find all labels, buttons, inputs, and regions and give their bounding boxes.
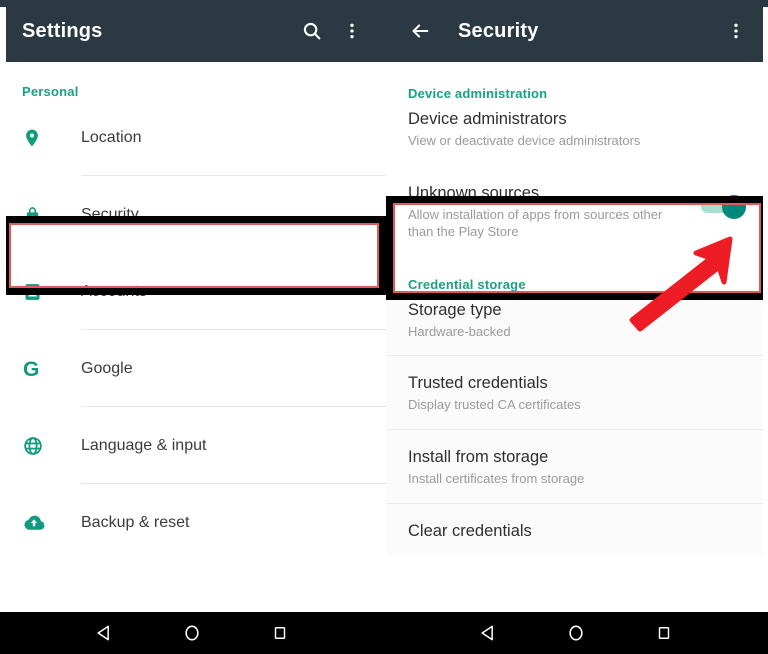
back-triangle-icon[interactable] xyxy=(87,616,121,650)
section-header-personal: Personal xyxy=(22,84,79,99)
row-install-from-storage[interactable]: Install from storage Install certificate… xyxy=(386,430,768,504)
lock-icon xyxy=(22,203,52,227)
security-panel: Security Device administration Device ad… xyxy=(386,0,768,612)
settings-panel: Settings Personal Location Security Acco… xyxy=(0,0,386,612)
sidebar-item-backup-reset[interactable]: Backup & reset xyxy=(0,484,386,561)
account-badge-icon xyxy=(22,281,52,303)
globe-icon xyxy=(22,435,52,457)
sidebar-item-location[interactable]: Location xyxy=(0,99,386,176)
sidebar-item-label: Google xyxy=(81,359,133,377)
left-edge-border xyxy=(0,7,6,612)
navbar-left-group xyxy=(0,612,384,654)
row-title: Storage type xyxy=(408,301,502,319)
settings-list: Personal Location Security Accounts G Go… xyxy=(0,62,386,612)
recents-square-icon[interactable] xyxy=(263,616,297,650)
page-title: Security xyxy=(458,19,539,42)
sidebar-item-label: Backup & reset xyxy=(81,513,190,531)
sidebar-item-label: Accounts xyxy=(81,282,147,300)
row-clear-credentials[interactable]: Clear credentials xyxy=(386,504,768,555)
toggle-thumb xyxy=(722,195,746,219)
search-icon[interactable] xyxy=(292,11,332,51)
section-header-credential-storage: Credential storage xyxy=(408,277,526,292)
row-subtitle: View or deactivate device administrators xyxy=(408,133,641,148)
row-subtitle: Display trusted CA certificates xyxy=(408,397,581,412)
more-vert-icon[interactable] xyxy=(332,11,372,51)
row-unknown-sources[interactable]: Unknown sources Allow installation of ap… xyxy=(386,165,768,261)
more-vert-icon[interactable] xyxy=(716,11,756,51)
sidebar-item-label: Language & input xyxy=(81,436,207,454)
row-device-administrators[interactable]: Device administrators View or deactivate… xyxy=(386,103,768,165)
section-header-device-administration: Device administration xyxy=(408,86,548,101)
row-storage-type[interactable]: Storage type Hardware-backed xyxy=(386,294,768,356)
page-title: Settings xyxy=(22,19,103,42)
sidebar-item-google[interactable]: G Google xyxy=(0,330,386,407)
row-subtitle: Allow installation of apps from sources … xyxy=(408,207,663,239)
location-pin-icon xyxy=(22,126,52,150)
screenshot-root: Settings Personal Location Security Acco… xyxy=(0,0,768,654)
row-trusted-credentials[interactable]: Trusted credentials Display trusted CA c… xyxy=(386,356,768,430)
back-triangle-icon[interactable] xyxy=(471,616,505,650)
row-subtitle: Hardware-backed xyxy=(408,324,511,339)
settings-appbar: Settings xyxy=(0,0,386,62)
navbar-right-group xyxy=(384,612,768,654)
security-list: Device administration Device administrat… xyxy=(386,62,768,612)
row-title: Trusted credentials xyxy=(408,374,548,392)
row-title: Unknown sources xyxy=(408,184,540,202)
row-subtitle: Install certificates from storage xyxy=(408,471,585,486)
row-title: Clear credentials xyxy=(408,522,532,540)
unknown-sources-toggle[interactable] xyxy=(701,195,746,219)
svg-text:G: G xyxy=(23,358,39,381)
sidebar-item-label: Location xyxy=(81,128,142,146)
cloud-upload-icon xyxy=(22,513,52,533)
security-appbar: Security xyxy=(386,0,768,62)
sidebar-item-security[interactable]: Security xyxy=(0,176,386,253)
recents-square-icon[interactable] xyxy=(647,616,681,650)
android-navigation-bar xyxy=(0,612,768,654)
sidebar-item-accounts[interactable]: Accounts xyxy=(0,253,386,330)
arrow-back-icon[interactable] xyxy=(400,11,440,51)
right-edge-border xyxy=(763,7,768,612)
google-g-icon: G xyxy=(22,357,52,381)
row-title: Device administrators xyxy=(408,110,567,128)
sidebar-item-language-input[interactable]: Language & input xyxy=(0,407,386,484)
home-circle-icon[interactable] xyxy=(175,616,209,650)
home-circle-icon[interactable] xyxy=(559,616,593,650)
sidebar-item-label: Security xyxy=(81,205,139,223)
row-title: Install from storage xyxy=(408,448,549,466)
